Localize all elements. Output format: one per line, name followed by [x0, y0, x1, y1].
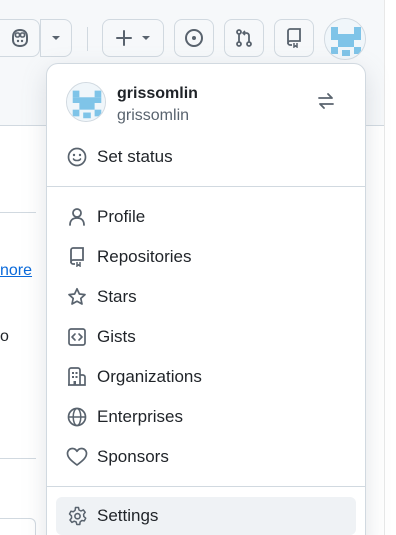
repositories-button[interactable]: [274, 19, 314, 57]
menu-item-label: Enterprises: [97, 407, 183, 426]
chevron-down-icon: [141, 35, 151, 41]
menu-item-repositories[interactable]: Repositories: [56, 238, 356, 276]
menu-item-gists[interactable]: Gists: [56, 318, 356, 356]
menu-item-sponsors[interactable]: Sponsors: [56, 438, 356, 476]
pull-requests-button[interactable]: [224, 19, 264, 57]
menu-divider: [47, 186, 365, 187]
menu-item-label: Profile: [97, 207, 146, 226]
heart-icon: [66, 446, 88, 468]
menu-item-stars[interactable]: Stars: [56, 278, 356, 316]
content-card: [0, 518, 36, 535]
user-menu-header: grissomlin grissomlin: [47, 64, 367, 134]
chevron-down-icon: [51, 35, 61, 41]
avatar[interactable]: [324, 18, 366, 60]
repo-icon: [285, 28, 303, 48]
git-pull-request-icon: [234, 28, 254, 48]
person-icon: [66, 206, 88, 228]
arrow-switch-icon: [316, 92, 336, 115]
menu-item-label: Settings: [97, 506, 159, 525]
set-status-item[interactable]: Set status: [56, 138, 356, 176]
menu-item-label: Sponsors: [97, 447, 169, 466]
switch-account-button[interactable]: [309, 86, 343, 120]
header-separator: [87, 27, 88, 51]
user-menu: grissomlin grissomlin Set status Profile…: [46, 63, 366, 535]
menu-item-label: Gists: [97, 327, 136, 346]
avatar: [66, 82, 106, 122]
copilot-icon: [9, 28, 31, 48]
user-login: grissomlin: [117, 107, 190, 124]
identicon-icon: [325, 19, 365, 59]
gear-icon: [66, 505, 88, 527]
menu-item-profile[interactable]: Profile: [56, 198, 356, 236]
menu-item-settings[interactable]: Settings: [56, 497, 356, 535]
menu-item-label: Organizations: [97, 367, 202, 386]
code-square-icon: [66, 326, 88, 348]
menu-item-label: Stars: [97, 287, 137, 306]
smiley-icon: [66, 146, 88, 168]
copilot-button[interactable]: [0, 19, 40, 57]
globe-icon: [66, 406, 88, 428]
content-divider: [0, 458, 36, 459]
organization-icon: [66, 366, 88, 388]
menu-divider: [47, 486, 365, 487]
menu-item-organizations[interactable]: Organizations: [56, 358, 356, 396]
issue-opened-icon: [184, 28, 204, 48]
read-more-link[interactable]: nore: [0, 262, 32, 280]
scrollbar[interactable]: [384, 0, 396, 535]
repo-icon: [66, 246, 88, 268]
menu-item-label: Repositories: [97, 247, 192, 266]
issues-button[interactable]: [174, 19, 214, 57]
content-divider: [0, 212, 36, 213]
truncated-text: o: [0, 328, 9, 345]
user-display-name: grissomlin: [117, 85, 198, 102]
identicon-icon: [67, 83, 105, 121]
copilot-menu-button[interactable]: [40, 19, 72, 57]
plus-icon: [115, 29, 133, 47]
create-new-button[interactable]: [102, 19, 164, 57]
set-status-label: Set status: [97, 147, 173, 166]
star-icon: [66, 286, 88, 308]
menu-item-enterprises[interactable]: Enterprises: [56, 398, 356, 436]
